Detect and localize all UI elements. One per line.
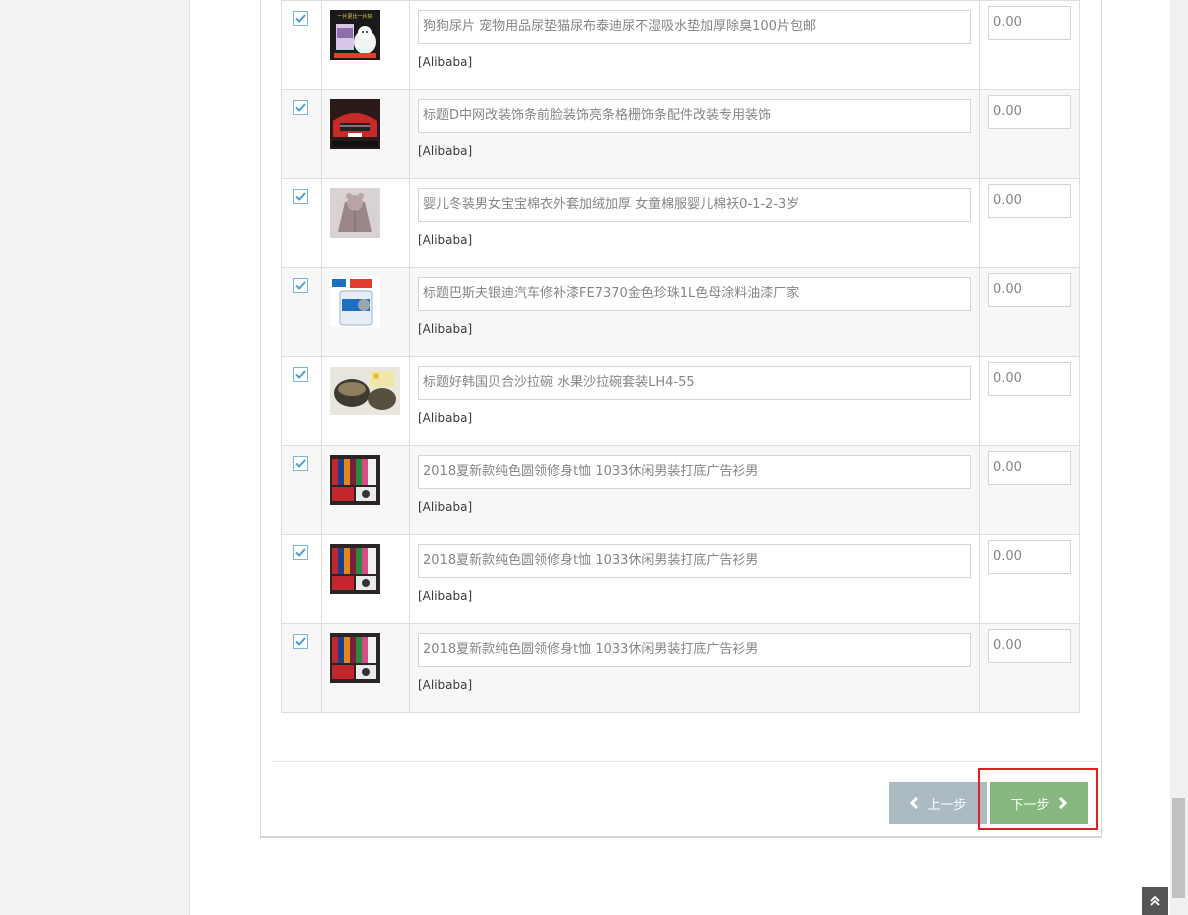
product-source-label: [Alibaba] (418, 144, 473, 158)
product-source-label: [Alibaba] (418, 678, 473, 692)
product-thumbnail (330, 188, 380, 238)
car-grille-product-image (330, 99, 380, 149)
product-title-input[interactable]: 2018夏新款纯色圆领修身t恤 1033休闲男装打底广告衫男 (418, 633, 971, 667)
product-thumbnail (330, 633, 380, 683)
checkmark-icon (295, 548, 306, 557)
chevron-left-icon (910, 797, 919, 809)
product-title-input[interactable]: 标题D中网改装饰条前脸装饰亮条格栅饰条配件改装专用装饰 (418, 99, 971, 133)
product-thumbnail (330, 99, 380, 149)
table-row: 一片更比一片好 狗狗尿片 宠物用品尿垫猫尿布泰迪尿不湿吸水垫加厚除臭100片包邮… (281, 0, 1080, 90)
tshirt-product-image (330, 633, 380, 683)
svg-text:一片更比一片好: 一片更比一片好 (337, 13, 372, 20)
product-title-input[interactable]: 标题巴斯夫银迪汽车修补漆FE7370金色珍珠1L色母涂料油漆厂家 (418, 277, 971, 311)
row-select-checkbox[interactable] (293, 189, 308, 204)
product-source-label: [Alibaba] (418, 500, 473, 514)
row-select-checkbox[interactable] (293, 100, 308, 115)
row-select-checkbox[interactable] (293, 634, 308, 649)
table-row: 标题好韩国贝合沙拉碗 水果沙拉碗套装LH4-55 [Alibaba] 0.00 (281, 356, 1080, 446)
price-input[interactable]: 0.00 (988, 629, 1071, 663)
row-select-checkbox[interactable] (293, 367, 308, 382)
row-select-checkbox[interactable] (293, 545, 308, 560)
price-input[interactable]: 0.00 (988, 184, 1071, 218)
previous-step-label: 上一步 (927, 797, 967, 813)
product-thumbnail: 一片更比一片好 (330, 10, 380, 60)
tshirt-product-image (330, 455, 380, 505)
scrollbar-thumb[interactable] (1172, 798, 1185, 898)
product-thumbnail (330, 544, 380, 594)
table-row: 标题巴斯夫银迪汽车修补漆FE7370金色珍珠1L色母涂料油漆厂家 [Alibab… (281, 267, 1080, 357)
table-row: 2018夏新款纯色圆领修身t恤 1033休闲男装打底广告衫男 [Alibaba]… (281, 534, 1080, 624)
row-select-checkbox[interactable] (293, 278, 308, 293)
product-title-input[interactable]: 2018夏新款纯色圆领修身t恤 1033休闲男装打底广告衫男 (418, 544, 971, 578)
page-scrollbar[interactable] (1170, 0, 1188, 915)
price-input[interactable]: 0.00 (988, 6, 1071, 40)
paint-can-product-image (330, 277, 380, 327)
price-input[interactable]: 0.00 (988, 451, 1071, 485)
product-thumbnail (330, 455, 380, 505)
price-input[interactable]: 0.00 (988, 95, 1071, 129)
product-source-label: [Alibaba] (418, 589, 473, 603)
product-table: 一片更比一片好 狗狗尿片 宠物用品尿垫猫尿布泰迪尿不湿吸水垫加厚除臭100片包邮… (281, 0, 1080, 713)
row-select-checkbox[interactable] (293, 456, 308, 471)
product-thumbnail (330, 277, 380, 327)
table-row: 2018夏新款纯色圆领修身t恤 1033休闲男装打底广告衫男 [Alibaba]… (281, 445, 1080, 535)
product-source-label: [Alibaba] (418, 322, 473, 336)
row-select-checkbox[interactable] (293, 11, 308, 26)
checkmark-icon (295, 459, 306, 468)
salad-bowl-product-image (330, 367, 400, 415)
next-button-highlight-box (978, 768, 1098, 830)
product-source-label: [Alibaba] (418, 411, 473, 425)
product-title-input[interactable]: 狗狗尿片 宠物用品尿垫猫尿布泰迪尿不湿吸水垫加厚除臭100片包邮 (418, 10, 971, 44)
price-input[interactable]: 0.00 (988, 540, 1071, 574)
product-title-input[interactable]: 婴儿冬装男女宝宝棉衣外套加绒加厚 女童棉服婴儿棉袄0-1-2-3岁 (418, 188, 971, 222)
left-sidebar-background (0, 0, 190, 915)
checkmark-icon (295, 103, 306, 112)
product-thumbnail (330, 367, 400, 415)
product-source-label: [Alibaba] (418, 233, 473, 247)
product-title-input[interactable]: 标题好韩国贝合沙拉碗 水果沙拉碗套装LH4-55 (418, 366, 971, 400)
footer-divider (271, 761, 1099, 762)
product-title-input[interactable]: 2018夏新款纯色圆领修身t恤 1033休闲男装打底广告衫男 (418, 455, 971, 489)
product-source-label: [Alibaba] (418, 55, 473, 69)
checkmark-icon (295, 370, 306, 379)
price-input[interactable]: 0.00 (988, 362, 1071, 396)
checkmark-icon (295, 637, 306, 646)
double-chevron-up-icon (1150, 896, 1160, 906)
table-row: 标题D中网改装饰条前脸装饰亮条格栅饰条配件改装专用装饰 [Alibaba] 0.… (281, 89, 1080, 179)
baby-coat-product-image (330, 188, 380, 238)
table-row: 2018夏新款纯色圆领修身t恤 1033休闲男装打底广告衫男 [Alibaba]… (281, 623, 1080, 713)
price-input[interactable]: 0.00 (988, 273, 1071, 307)
checkmark-icon (295, 14, 306, 23)
previous-step-button[interactable]: 上一步 (889, 782, 987, 824)
tshirt-product-image (330, 544, 380, 594)
checkmark-icon (295, 281, 306, 290)
table-row: 婴儿冬装男女宝宝棉衣外套加绒加厚 女童棉服婴儿棉袄0-1-2-3岁 [Aliba… (281, 178, 1080, 268)
checkmark-icon (295, 192, 306, 201)
back-to-top-button[interactable] (1142, 887, 1168, 915)
pet-diaper-product-image: 一片更比一片好 (330, 10, 380, 60)
